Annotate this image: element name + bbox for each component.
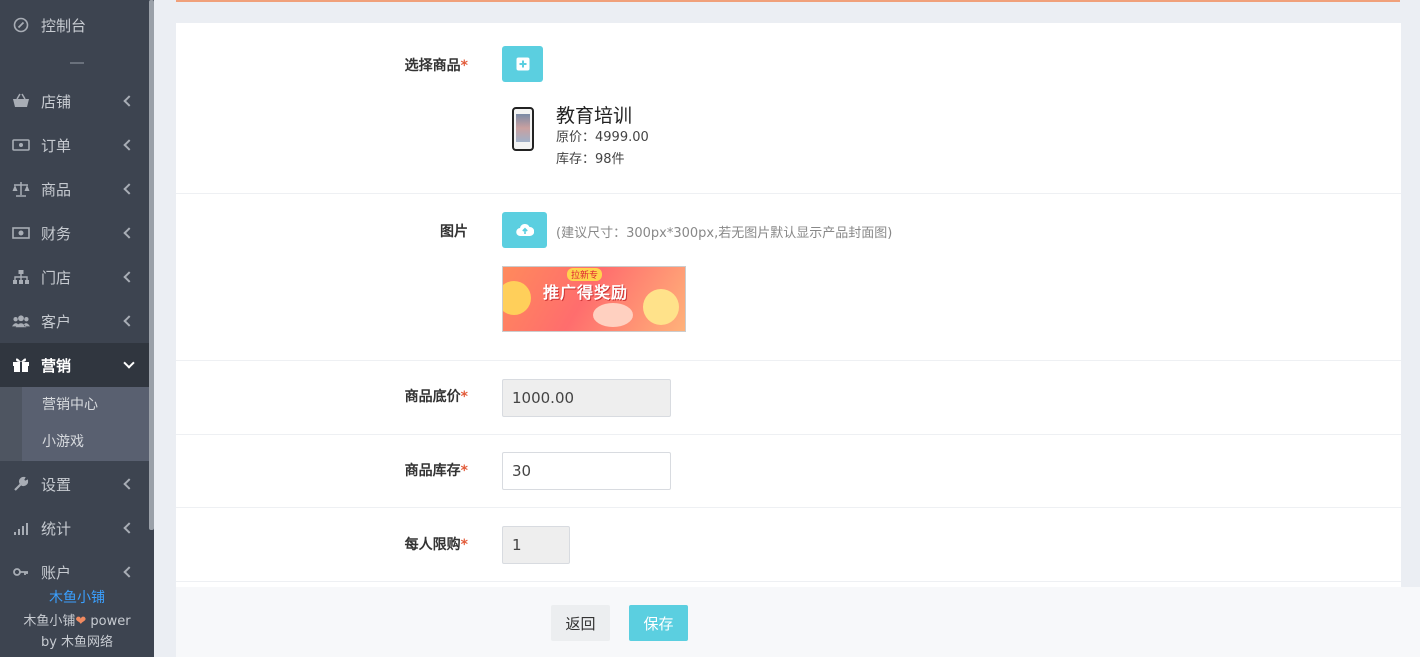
form-actions-bar: 返回 保存 (176, 587, 1420, 657)
product-stock: 库存：98件 (556, 152, 625, 167)
base-price-input[interactable]: 1000.00 (502, 379, 671, 417)
power-prefix: 木鱼小铺 (23, 614, 76, 629)
sidebar-footer: 木鱼小铺 木鱼小铺❤ power by 木鱼网络 (0, 585, 154, 657)
selected-product: 教育培训 原价：4999.00 库存：98件 (512, 105, 649, 171)
sidebar-item-label: 门店 (41, 268, 72, 287)
sidebar: 控制台 店铺 订单 商品 财务 门店 客户 营销 营销中心 小游戏 设置 统计 … (0, 0, 154, 657)
sidebar-item-marketing[interactable]: 营销 (0, 343, 149, 387)
sidebar-item-label: 财务 (41, 224, 72, 243)
back-button[interactable]: 返回 (551, 605, 610, 641)
sidebar-item-label: 商品 (41, 180, 72, 199)
add-goods-field (502, 46, 543, 82)
signal-icon (12, 519, 30, 537)
sitemap-icon (12, 268, 30, 286)
add-goods-button[interactable] (502, 46, 543, 82)
image-label: 图片 (440, 224, 468, 240)
select-goods-label: 选择商品* (404, 58, 468, 74)
row-stock: 商品库存* 30 (176, 435, 1401, 508)
dashboard-icon (12, 16, 30, 34)
chevron-left-icon (123, 95, 135, 107)
sidebar-item-settings[interactable]: 设置 (0, 462, 149, 506)
chevron-left-icon (123, 183, 135, 195)
chevron-left-icon (123, 139, 135, 151)
sidebar-item-shop[interactable]: 店铺 (0, 79, 149, 123)
upload-field (502, 212, 547, 248)
form-panel: 选择商品* 教育培训 原价：4999.00 库存：98件 图片 (建议尺寸：30… (176, 23, 1401, 657)
key-icon (12, 563, 30, 581)
sidebar-item-label: 订单 (41, 136, 72, 155)
sidebar-subitem-marketing-center[interactable]: 营销中心 (0, 387, 149, 424)
required-mark: * (460, 389, 468, 405)
sidebar-item-order[interactable]: 订单 (0, 123, 149, 167)
sidebar-item-label: 账户 (41, 563, 72, 582)
chevron-left-icon (123, 227, 135, 239)
money-icon (12, 224, 30, 242)
chevron-left-icon (123, 522, 135, 534)
stock-input[interactable]: 30 (502, 452, 671, 490)
row-select-goods: 选择商品* 教育培训 原价：4999.00 库存：98件 (176, 23, 1401, 194)
uploaded-image-preview[interactable]: 拉新专 推广得奖励 (502, 266, 686, 332)
row-image: 图片 (建议尺寸：300px*300px,若无图片默认显示产品封面图) (176, 194, 1401, 361)
product-info: 教育培训 原价：4999.00 库存：98件 (556, 105, 649, 171)
sidebar-item-label: 控制台 (41, 16, 87, 35)
scale-icon (12, 180, 30, 198)
sidebar-item-dashboard[interactable]: 控制台 (0, 3, 149, 47)
top-accent-line (176, 0, 1400, 2)
sidebar-item-finance[interactable]: 财务 (0, 211, 149, 255)
sidebar-subitem-mini-game[interactable]: 小游戏 (0, 424, 149, 461)
heart-icon: ❤ (75, 614, 87, 629)
sidebar-item-label: 统计 (41, 519, 72, 538)
product-original-price: 原价：4999.00 (556, 130, 649, 145)
sidebar-item-label: 营销 (41, 356, 72, 375)
save-button[interactable]: 保存 (629, 605, 688, 641)
banner-decoration (593, 303, 633, 327)
limit-label: 每人限购* (404, 537, 468, 553)
row-limit: 每人限购* 1 (176, 508, 1401, 582)
sidebar-divider (70, 62, 84, 64)
brand-link[interactable]: 木鱼小铺 (0, 587, 154, 607)
power-suffix: power (86, 614, 131, 629)
sidebar-item-label: 客户 (41, 312, 72, 331)
sidebar-scrollbar[interactable] (149, 0, 154, 530)
required-mark: * (460, 58, 468, 74)
chevron-left-icon (123, 315, 135, 327)
base-price-label: 商品底价* (404, 389, 468, 405)
by-text: by 木鱼网络 (40, 635, 114, 650)
users-icon (12, 312, 30, 330)
required-mark: * (460, 537, 468, 553)
banner-decoration (643, 289, 679, 325)
sidebar-item-goods[interactable]: 商品 (0, 167, 149, 211)
basket-icon (12, 92, 30, 110)
image-size-hint: (建议尺寸：300px*300px,若无图片默认显示产品封面图) (556, 226, 893, 241)
upload-button[interactable] (502, 212, 547, 248)
sidebar-item-label: 设置 (41, 475, 72, 494)
chevron-left-icon (123, 271, 135, 283)
product-thumbnail (512, 107, 534, 151)
chevron-down-icon (123, 357, 135, 369)
stock-label: 商品库存* (404, 463, 468, 479)
sidebar-item-stats[interactable]: 统计 (0, 506, 149, 550)
sidebar-item-store[interactable]: 门店 (0, 255, 149, 299)
ticket-icon (12, 136, 30, 154)
sidebar-item-label: 店铺 (41, 92, 72, 111)
limit-input[interactable]: 1 (502, 526, 570, 564)
wrench-icon (12, 475, 30, 493)
product-name: 教育培训 (556, 105, 633, 127)
banner-title: 推广得奖励 (543, 283, 629, 302)
plus-square-icon (516, 57, 529, 71)
chevron-left-icon (123, 478, 135, 490)
row-base-price: 商品底价* 1000.00 (176, 361, 1401, 435)
required-mark: * (460, 463, 468, 479)
banner-decoration (503, 281, 531, 315)
sidebar-item-customer[interactable]: 客户 (0, 299, 149, 343)
power-text: 木鱼小铺❤ power (0, 610, 154, 629)
sidebar-submenu-marketing: 营销中心 小游戏 (0, 387, 149, 461)
gift-icon (12, 356, 30, 374)
cloud-upload-icon (515, 223, 534, 237)
chevron-left-icon (123, 566, 135, 578)
